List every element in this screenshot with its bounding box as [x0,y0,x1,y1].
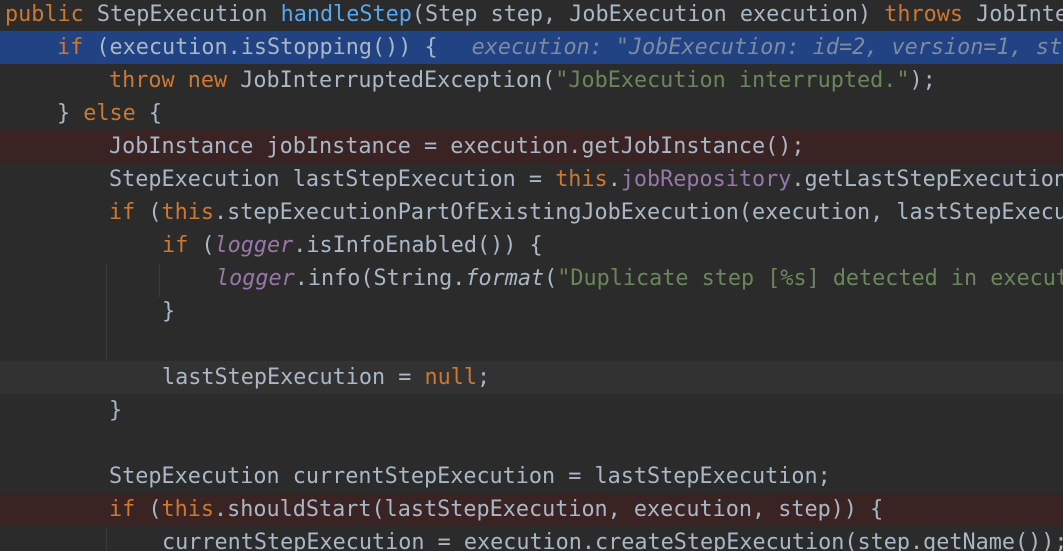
code-token: } [109,398,123,423]
code-line[interactable]: } [0,394,1063,427]
code-token: } [57,101,84,126]
code-token: JobInstance jobInstance = execution.getJ… [109,134,805,159]
code-line[interactable]: StepExecution lastStepExecution = this.j… [0,163,1063,196]
code-line-text: } [162,295,175,328]
code-token: ( [135,497,162,522]
code-token: "JobExecution interrupted." [555,68,910,93]
code-token: } [162,299,176,324]
code-token: { [135,101,162,126]
debugger-inline-value: execution: "JobExecution: id=2, version=… [471,35,1063,60]
code-token: null [424,365,477,390]
code-token: StepExecution currentStepExecution = las… [109,464,831,489]
code-line[interactable]: logger.info(String.format("Duplicate ste… [0,262,1063,295]
code-token: "Duplicate step [%s] detected in executi… [557,266,1063,291]
code-token: if [162,233,189,258]
code-token: logger [214,233,294,258]
code-token: this [161,200,215,225]
code-token: if [109,497,136,522]
code-line-text: public StepExecution handleStep(Step ste… [5,0,1063,31]
code-line-text: } else { [57,97,162,130]
code-line-text: if (this.stepExecutionPartOfExistingJobE… [109,196,1063,229]
code-line[interactable]: if (execution.isStopping()) { execution: … [0,31,1063,64]
code-token: if [57,35,84,60]
code-token: handleStep [280,2,412,27]
code-token: StepExecution [83,2,281,27]
code-line[interactable] [0,427,1063,460]
code-token: ( [544,266,558,291]
code-token: .info(String. [294,266,466,291]
code-token: .shouldStart(lastStepExecution, executio… [214,497,884,522]
code-line[interactable] [0,328,1063,361]
code-token: . [607,167,621,192]
code-line[interactable]: currentStepExecution = execution.createS… [0,526,1063,551]
code-line-text: currentStepExecution = execution.createS… [162,526,1063,551]
code-token: logger [216,266,295,291]
code-token: .getLastStepExecution(jobInstance, step.… [791,167,1063,192]
code-token: format [465,266,545,291]
code-token: (execution.isStopping()) { [83,35,438,60]
code-token: if [109,200,136,225]
code-line[interactable]: if (this.stepExecutionPartOfExistingJobE… [0,196,1063,229]
code-line[interactable]: if (logger.isInfoEnabled()) { [0,229,1063,262]
code-token: throws [884,2,964,27]
code-token: ; [476,365,491,390]
code-token: currentStepExecution = execution.createS… [162,530,1063,551]
code-line-text: StepExecution currentStepExecution = las… [109,460,831,493]
code-line-text: } [109,394,122,427]
code-token: StepExecution lastStepExecution = [109,167,556,192]
code-token: public [5,2,84,27]
code-token: JobInterruptedException [976,2,1063,27]
code-token: jobRepository [620,167,792,192]
code-editor[interactable]: public StepExecution handleStep(Step ste… [0,0,1063,551]
code-token: lastStepExecution = [162,365,425,390]
code-token: ); [909,68,936,93]
code-token: JobInterruptedException( [227,68,556,93]
code-token: .isInfoEnabled()) { [293,233,543,258]
code-token: ( [135,200,162,225]
code-line[interactable]: if (this.shouldStart(lastStepExecution, … [0,493,1063,526]
code-token: this [161,497,215,522]
code-line[interactable]: } else { [0,97,1063,130]
code-line-text: logger.info(String.format("Duplicate ste… [216,262,1063,295]
code-line-text: if (this.shouldStart(lastStepExecution, … [109,493,883,526]
code-line[interactable]: public StepExecution handleStep(Step ste… [0,0,1063,31]
code-line[interactable]: throw new JobInterruptedException("JobEx… [0,64,1063,97]
code-line-text: if (logger.isInfoEnabled()) { [162,229,543,262]
code-line[interactable]: lastStepExecution = null; [0,361,1063,394]
code-line-text: throw new JobInterruptedException("JobEx… [109,64,936,97]
code-token: throw [109,68,175,93]
code-line-text: if (execution.isStopping()) { execution: … [57,31,1063,64]
code-line[interactable]: JobInstance jobInstance = execution.getJ… [0,130,1063,163]
code-line-text: lastStepExecution = null; [162,361,490,394]
code-line-text: JobInstance jobInstance = execution.getJ… [109,130,805,163]
code-token: new [187,68,228,93]
code-line-text: StepExecution lastStepExecution = this.j… [109,163,1063,196]
code-token: (Step step, JobExecution execution) [411,2,885,27]
code-line[interactable]: } [0,295,1063,328]
code-line[interactable]: StepExecution currentStepExecution = las… [0,460,1063,493]
code-token: else [83,101,136,126]
code-token: this [555,167,608,192]
code-token: ( [188,233,215,258]
code-token: .stepExecutionPartOfExistingJobExecution… [214,200,1063,225]
